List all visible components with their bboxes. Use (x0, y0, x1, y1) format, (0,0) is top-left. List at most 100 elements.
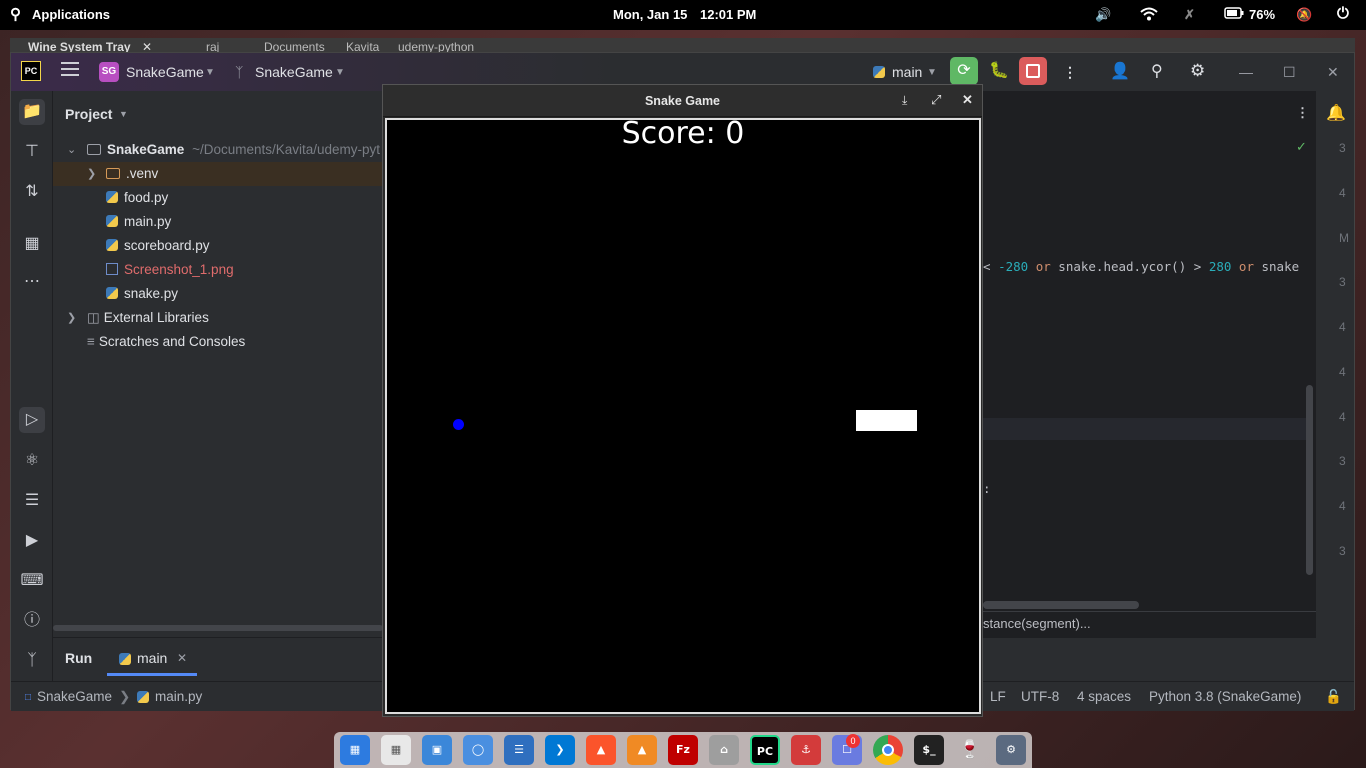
project-badge[interactable]: SG (99, 62, 119, 82)
python-file-icon (106, 191, 118, 203)
code-editor[interactable]: ⋮ ✓ < -280 or snake.head.ycor() > 280 or… (983, 91, 1316, 611)
gutter-digit: 3 (1339, 454, 1346, 468)
tree-item-scoreboard[interactable]: scoreboard.py (53, 234, 383, 258)
python-interpreter[interactable]: Python 3.8 (SnakeGame) (1149, 689, 1301, 704)
files-icon[interactable]: ⌂ (709, 735, 739, 765)
tree-item-scratches[interactable]: ≡ Scratches and Consoles (53, 330, 383, 354)
battery-icon[interactable] (1224, 7, 1244, 22)
breadcrumb-project[interactable]: SnakeGame (37, 689, 112, 704)
tree-item-screenshot[interactable]: Screenshot_1.png (53, 258, 383, 282)
search-icon[interactable]: ⚲ (1151, 61, 1163, 81)
vlc-icon[interactable]: ▲ (627, 735, 657, 765)
add-user-icon[interactable]: 👤 (1110, 61, 1130, 81)
inlay-hint-text: stance(segment)... (983, 616, 1091, 631)
python-console-icon[interactable]: ⚛ (19, 448, 45, 474)
workspaces-icon[interactable]: ▦ (340, 735, 370, 765)
project-folder-icon[interactable]: 📁 (19, 99, 45, 125)
run-config-selector[interactable]: main (892, 64, 922, 80)
vcs-branch-icon[interactable]: ᛉ (235, 64, 243, 80)
run-tab-main[interactable]: main (137, 650, 167, 666)
editor-more-icon[interactable]: ⋮ (1296, 105, 1309, 121)
structure-icon[interactable]: ▦ (19, 231, 45, 257)
game-titlebar[interactable]: Snake Game ⤓ ⤢ ✕ (383, 85, 982, 117)
horizontal-scrollbar[interactable] (53, 625, 383, 631)
chevron-down-icon[interactable]: ▼ (205, 67, 215, 78)
pull-requests-icon[interactable]: ⇅ (19, 179, 45, 205)
game-canvas[interactable]: Score: 0 (385, 116, 981, 714)
wine-icon[interactable]: 🍷 (955, 735, 985, 765)
fullscreen-icon[interactable]: ⤢ (931, 92, 941, 108)
maximize-icon[interactable]: ☐ (1283, 64, 1296, 81)
notifications-icon[interactable]: 🔔 (1326, 103, 1346, 123)
more-tools-icon[interactable]: ⋯ (19, 269, 45, 295)
rerun-button[interactable]: ⟳ (950, 57, 978, 85)
notifications-off-icon[interactable]: 🔕 (1296, 7, 1312, 23)
system-settings-icon[interactable]: ⚙ (996, 735, 1026, 765)
project-switcher[interactable]: SnakeGame (126, 64, 204, 80)
chevron-down-icon[interactable]: ▼ (119, 109, 128, 119)
problems-icon[interactable]: ⓘ (19, 608, 45, 634)
filezilla-icon[interactable]: Fz (668, 735, 698, 765)
debug-icon[interactable]: 🐛 (985, 57, 1013, 85)
settings-toggle-icon[interactable]: ◯ (463, 735, 493, 765)
chevron-down-icon[interactable]: ▼ (927, 67, 937, 78)
tree-item-food[interactable]: food.py (53, 186, 383, 210)
python-icon (137, 691, 149, 703)
main-menu-icon[interactable] (61, 62, 79, 64)
vcs-widget[interactable]: SnakeGame (255, 64, 333, 80)
tree-item-label: .venv (126, 166, 159, 181)
close-icon[interactable]: ✕ (962, 92, 973, 108)
bluetooth-off-icon[interactable]: ✗ (1184, 7, 1195, 23)
dock: ▦ ▦ ▣ ◯ ☰ ❯ ▲ ▲ Fz ⌂ PC ⚓ ☐ 0 $_ 🍷 ⚙ (334, 732, 1032, 768)
git-icon[interactable]: ᛉ (19, 648, 45, 674)
volume-icon[interactable]: 🔊 (1095, 7, 1111, 23)
tree-item-external-libraries[interactable]: ❯ ◫ External Libraries (53, 306, 383, 330)
close-icon[interactable]: ✕ (177, 651, 187, 665)
python-packages-icon[interactable]: ☰ (19, 488, 45, 514)
wifi-icon[interactable] (1140, 7, 1158, 24)
breadcrumb-file[interactable]: main.py (155, 689, 202, 704)
indent-setting[interactable]: 4 spaces (1077, 689, 1131, 704)
run-panel-title[interactable]: Run (65, 650, 92, 666)
date-label[interactable]: Mon, Jan 15 (613, 7, 687, 22)
gutter-digit: 4 (1339, 186, 1346, 200)
chrome-icon[interactable] (873, 735, 903, 765)
clock-label[interactable]: 12:01 PM (700, 7, 756, 22)
applications-menu[interactable]: Applications (32, 7, 110, 22)
stop-button[interactable] (1019, 57, 1047, 85)
lock-icon[interactable]: 🔓 (1325, 689, 1342, 705)
chevron-right-icon[interactable]: ❯ (87, 162, 96, 186)
brave-icon[interactable]: ▲ (586, 735, 616, 765)
image-viewer-icon[interactable]: ▣ (422, 735, 452, 765)
search-icon[interactable]: ⚲ (10, 5, 21, 23)
terminal-icon[interactable]: ⌨ (19, 568, 45, 594)
vscode-icon[interactable]: ❯ (545, 735, 575, 765)
project-panel-title[interactable]: Project (65, 106, 112, 122)
commit-icon[interactable]: ⊤ (19, 139, 45, 165)
editor-vertical-scrollbar[interactable] (1306, 385, 1313, 575)
power-icon[interactable]: ⏻ (1337, 5, 1349, 22)
tree-item-main[interactable]: main.py (53, 210, 383, 234)
gitkraken-icon[interactable]: ⚓ (791, 735, 821, 765)
snake-game-window: Snake Game ⤓ ⤢ ✕ Score: 0 (382, 84, 983, 717)
services-icon[interactable]: ▶ (19, 528, 45, 554)
terminal-icon[interactable]: $_ (914, 735, 944, 765)
chevron-right-icon[interactable]: ❯ (67, 306, 76, 330)
pycharm-icon[interactable]: PC (750, 735, 780, 765)
more-actions-icon[interactable]: ⋮ (1063, 64, 1077, 81)
file-encoding[interactable]: UTF-8 (1021, 689, 1059, 704)
text-editor-icon[interactable]: ☰ (504, 735, 534, 765)
minimize-icon[interactable]: — (1239, 64, 1253, 80)
tree-item-snake[interactable]: snake.py (53, 282, 383, 306)
tree-item-venv[interactable]: ❯ .venv (53, 162, 383, 186)
chevron-down-icon[interactable]: ⌄ (67, 138, 76, 162)
line-ending[interactable]: LF (990, 689, 1006, 704)
editor-horizontal-scrollbar[interactable] (983, 601, 1139, 609)
settings-gear-icon[interactable]: ⚙ (1190, 61, 1205, 81)
chevron-down-icon[interactable]: ▼ (335, 67, 345, 78)
calculator-icon[interactable]: ▦ (381, 735, 411, 765)
download-icon[interactable]: ⤓ (902, 93, 907, 108)
tree-root[interactable]: ⌄ SnakeGame ~/Documents/Kavita/udemy-pyt (53, 138, 383, 162)
run-icon[interactable]: ▷ (19, 407, 45, 433)
close-icon[interactable]: ✕ (1327, 64, 1339, 81)
